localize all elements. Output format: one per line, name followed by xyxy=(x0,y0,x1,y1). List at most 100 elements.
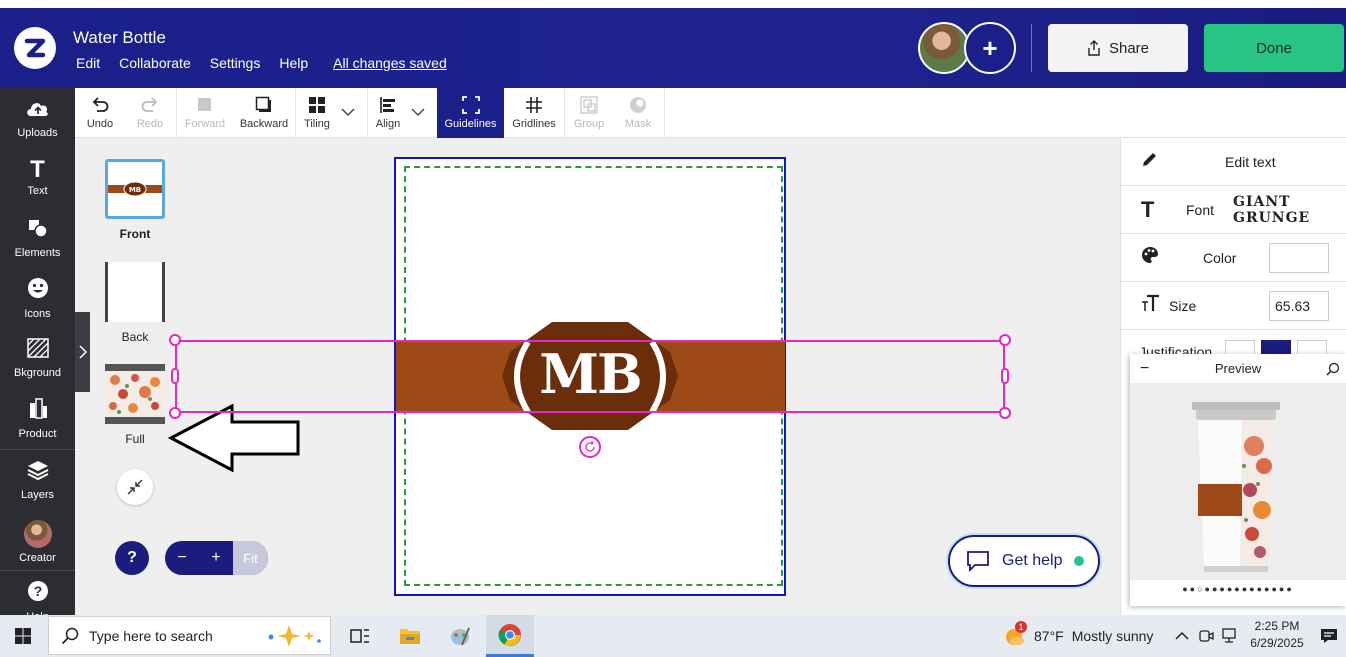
guidelines-button[interactable]: Guidelines xyxy=(437,88,504,138)
undo-button[interactable]: Undo xyxy=(75,88,125,138)
notifications-icon[interactable] xyxy=(1314,621,1344,651)
forward-button[interactable]: Forward xyxy=(177,88,233,138)
tiling-button[interactable]: Tiling xyxy=(296,88,338,138)
sidebar-item-text[interactable]: T Text xyxy=(0,148,75,208)
backward-button[interactable]: Backward xyxy=(233,88,295,138)
sidebar-item-icons[interactable]: Icons xyxy=(0,268,75,328)
sidebar-item-bkground[interactable]: Bkground xyxy=(0,328,75,388)
view-thumbnail-full[interactable] xyxy=(105,364,165,424)
resize-handle-top-left[interactable] xyxy=(169,334,181,346)
resize-handle-left[interactable] xyxy=(171,368,179,384)
collapse-arrows-icon[interactable] xyxy=(117,469,153,505)
network-icon[interactable] xyxy=(1219,621,1241,651)
color-row[interactable]: Color xyxy=(1121,234,1346,282)
bring-forward-icon xyxy=(196,96,214,118)
edit-text-row[interactable]: Edit text xyxy=(1121,138,1346,186)
zazzle-logo-icon[interactable] xyxy=(14,27,56,69)
color-swatch[interactable] xyxy=(1269,242,1329,273)
product-preview-image[interactable] xyxy=(1130,384,1346,580)
view-label-front: Front xyxy=(119,227,151,241)
get-help-button[interactable]: Get help xyxy=(948,535,1100,587)
align-dropdown-chevron-down-icon[interactable] xyxy=(411,104,425,120)
sidebar-label-creator: Creator xyxy=(19,552,56,564)
font-value[interactable]: GIANT GRUNGE xyxy=(1233,194,1346,226)
resize-handle-bottom-right[interactable] xyxy=(999,407,1011,419)
sidebar-label-icons: Icons xyxy=(24,307,51,320)
tiling-dropdown-chevron-down-icon[interactable] xyxy=(341,104,355,120)
sidebar-item-product[interactable]: Product xyxy=(0,388,75,448)
share-icon xyxy=(1088,40,1100,56)
elements-icon xyxy=(27,218,49,243)
zoom-in-button[interactable]: + xyxy=(199,541,233,575)
help-icon: ? xyxy=(27,580,49,607)
menu-settings[interactable]: Settings xyxy=(210,55,261,71)
preview-pagination-dots[interactable]: ●●○●●●●●●●●●●●● xyxy=(1130,584,1346,594)
zoom-preview-search-icon[interactable] xyxy=(1326,362,1340,379)
help-button[interactable]: ? xyxy=(115,541,149,575)
edit-text-label: Edit text xyxy=(1225,153,1276,170)
sidebar-item-help[interactable]: ? Help xyxy=(0,573,75,623)
sidebar-item-uploads[interactable]: Uploads xyxy=(0,88,75,148)
share-button[interactable]: Share xyxy=(1048,24,1188,72)
size-input[interactable]: 65.63 xyxy=(1269,290,1329,321)
view-thumbnail-front[interactable]: MB xyxy=(105,159,165,219)
sidebar-item-elements[interactable]: Elements xyxy=(0,208,75,268)
done-button[interactable]: Done xyxy=(1204,24,1344,72)
project-title[interactable]: Water Bottle xyxy=(73,28,166,48)
weather-widget[interactable]: 1 87°F Mostly sunny xyxy=(1004,621,1154,647)
sidebar-divider xyxy=(0,570,75,571)
menu-edit[interactable]: Edit xyxy=(76,55,100,71)
resize-handle-right[interactable] xyxy=(1001,368,1009,384)
group-icon xyxy=(580,96,598,118)
font-icon: T xyxy=(1141,196,1155,222)
font-row[interactable]: T Font GIANT GRUNGE xyxy=(1121,186,1346,234)
main-menu: Edit Collaborate Settings Help All chang… xyxy=(76,55,466,71)
redo-button[interactable]: Redo xyxy=(125,88,175,138)
view-thumbnail-back[interactable] xyxy=(105,262,165,322)
sidebar-label-uploads: Uploads xyxy=(17,126,58,139)
windows-start-icon[interactable] xyxy=(8,621,38,651)
product-icon xyxy=(26,397,50,424)
zoom-controls: − + Fit xyxy=(165,541,268,575)
group-button[interactable]: Group xyxy=(565,88,613,138)
saved-status-link[interactable]: All changes saved xyxy=(333,55,447,71)
add-collaborator-button[interactable]: + xyxy=(964,22,1016,74)
rotate-handle-icon[interactable] xyxy=(579,436,601,458)
paint-app-icon[interactable] xyxy=(445,621,475,651)
size-row[interactable]: Size 65.63 xyxy=(1121,282,1346,330)
selection-bounding-box[interactable] xyxy=(175,340,1005,413)
resize-handle-bottom-left[interactable] xyxy=(169,407,181,419)
user-avatar[interactable] xyxy=(918,22,970,74)
sidebar-item-layers[interactable]: Layers xyxy=(0,450,75,510)
palette-icon xyxy=(1141,246,1159,269)
size-label: Size xyxy=(1169,297,1197,314)
weather-alert-badge: 1 xyxy=(1015,621,1027,633)
expand-panel-chevron-right-icon[interactable] xyxy=(75,312,90,392)
system-clock[interactable]: 2:25 PM 6/29/2025 xyxy=(1246,618,1308,652)
svg-text:?: ? xyxy=(33,583,42,599)
task-view-icon[interactable] xyxy=(345,621,375,651)
minimize-preview-button[interactable]: − xyxy=(1140,360,1149,378)
tiling-label: Tiling xyxy=(304,118,330,130)
cloud-upload-icon xyxy=(25,98,51,123)
weather-text: Mostly sunny xyxy=(1071,628,1154,644)
zoom-fit-button[interactable]: Fit xyxy=(233,541,268,575)
search-placeholder: Type here to search xyxy=(89,627,213,644)
pencil-icon xyxy=(1141,150,1159,173)
menu-collaborate[interactable]: Collaborate xyxy=(119,55,191,71)
taskbar-search-input[interactable]: Type here to search xyxy=(48,616,331,655)
file-explorer-icon[interactable] xyxy=(395,621,425,651)
online-status-dot xyxy=(1074,556,1085,566)
zoom-out-button[interactable]: − xyxy=(165,541,199,575)
resize-handle-top-right[interactable] xyxy=(999,334,1011,346)
mask-button[interactable]: Mask xyxy=(613,88,663,138)
chrome-taskbar-icon[interactable] xyxy=(486,615,534,657)
gridlines-button[interactable]: Gridlines xyxy=(504,88,564,138)
tray-chevron-up-icon[interactable] xyxy=(1172,621,1192,651)
sidebar-item-creator[interactable]: Creator xyxy=(0,512,75,572)
backward-label: Backward xyxy=(239,118,289,130)
sparkle-icon xyxy=(265,623,325,652)
meet-now-icon[interactable] xyxy=(1196,621,1216,651)
menu-help[interactable]: Help xyxy=(279,55,308,71)
align-button[interactable]: Align xyxy=(368,88,408,138)
